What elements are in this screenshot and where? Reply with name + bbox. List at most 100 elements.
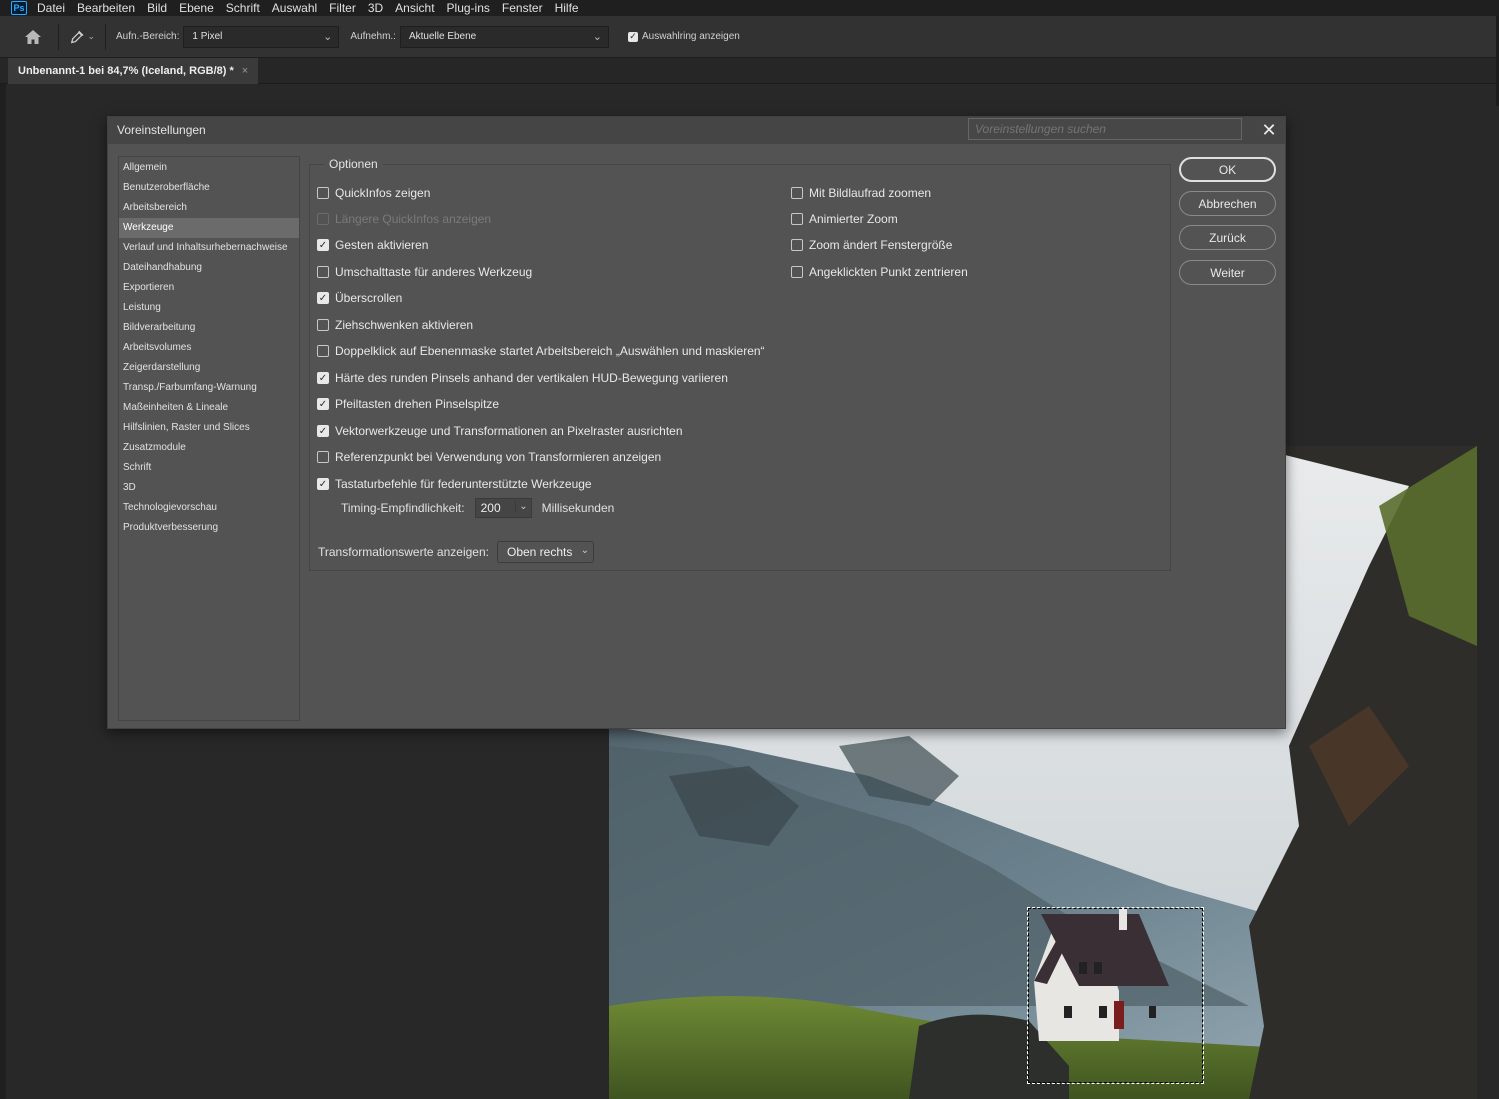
- checkbox[interactable]: [791, 266, 803, 278]
- sample-label: Aufnehm.:: [350, 31, 396, 42]
- nav-item[interactable]: Produktverbesserung: [119, 518, 299, 538]
- menu-item-auswahl[interactable]: Auswahl: [272, 1, 317, 15]
- checkbox-checked[interactable]: ✓: [317, 478, 329, 490]
- nav-item[interactable]: Leistung: [119, 298, 299, 318]
- nav-item[interactable]: Hilfslinien, Raster und Slices: [119, 418, 299, 438]
- option-row[interactable]: ✓ Härte des runden Pinsels anhand der ver…: [317, 371, 728, 385]
- checkbox[interactable]: [317, 345, 329, 357]
- checkbox[interactable]: [317, 319, 329, 331]
- document-tab[interactable]: Unbenannt-1 bei 84,7% (Iceland, RGB/8) *…: [8, 58, 259, 84]
- menu-items: Datei Bearbeiten Bild Ebene Schrift Auswahl Fi…: [37, 1, 591, 15]
- marquee-selection[interactable]: [1027, 907, 1204, 1084]
- option-row[interactable]: ✓ Vektorwerkzeuge und Transformationen an…: [317, 424, 683, 438]
- nav-item[interactable]: Technologievorschau: [119, 498, 299, 518]
- option-row[interactable]: Angeklickten Punkt zentrieren: [791, 265, 968, 279]
- checkbox[interactable]: [317, 266, 329, 278]
- nav-item[interactable]: Zusatzmodule: [119, 438, 299, 458]
- checkbox-checked[interactable]: ✓: [317, 239, 329, 251]
- option-row[interactable]: Animierter Zoom: [791, 212, 898, 226]
- nav-item[interactable]: 3D: [119, 478, 299, 498]
- option-row[interactable]: Referenzpunkt bei Verwendung von Transfo…: [317, 450, 661, 464]
- home-button[interactable]: [18, 22, 48, 52]
- checkbox[interactable]: [791, 239, 803, 251]
- menu-item-ansicht[interactable]: Ansicht: [395, 1, 434, 15]
- show-ring-checkbox[interactable]: ✓: [627, 31, 638, 42]
- sample-select[interactable]: Aktuelle Ebene ⌄: [399, 25, 609, 48]
- option-row[interactable]: ✓ Überscrollen: [317, 291, 402, 305]
- option-row[interactable]: Zoom ändert Fenstergröße: [791, 238, 952, 252]
- transform-value: Oben rechts: [506, 545, 573, 559]
- nav-item[interactable]: Zeigerdarstellung: [119, 358, 299, 378]
- nav-item[interactable]: Arbeitsvolumes: [119, 338, 299, 358]
- show-ring-option[interactable]: ✓ Auswahlring anzeigen: [627, 31, 744, 42]
- photoshop-logo-icon[interactable]: Ps: [11, 1, 27, 15]
- checkbox-checked[interactable]: ✓: [317, 425, 329, 437]
- document-tab-title: Unbenannt-1 bei 84,7% (Iceland, RGB/8) *: [18, 65, 234, 77]
- close-tab-icon[interactable]: ×: [242, 65, 248, 77]
- option-row[interactable]: Umschalttaste für anderes Werkzeug: [317, 265, 532, 279]
- menu-item-fenster[interactable]: Fenster: [502, 1, 543, 15]
- option-row[interactable]: Mit Bildlaufrad zoomen: [791, 186, 931, 200]
- nav-item[interactable]: Schrift: [119, 458, 299, 478]
- checkbox-checked[interactable]: ✓: [317, 398, 329, 410]
- menu-item-bearbeiten[interactable]: Bearbeiten: [77, 1, 135, 15]
- option-label: Animierter Zoom: [809, 212, 898, 226]
- checkbox[interactable]: [791, 213, 803, 225]
- option-label: Gesten aktivieren: [335, 238, 429, 252]
- menu-item-ebene[interactable]: Ebene: [179, 1, 214, 15]
- nav-item[interactable]: Transp./Farbumfang-Warnung: [119, 378, 299, 398]
- option-row[interactable]: ✓ Gesten aktivieren: [317, 238, 428, 252]
- option-row[interactable]: QuickInfos zeigen: [317, 186, 430, 200]
- close-icon[interactable]: ✕: [1260, 120, 1278, 140]
- nav-item[interactable]: Benutzeroberfläche: [119, 178, 299, 198]
- home-icon: [25, 29, 41, 44]
- option-label: Ziehschwenken aktivieren: [335, 318, 474, 332]
- nav-item[interactable]: Werkzeuge: [119, 218, 299, 238]
- timing-unit: Millisekunden: [541, 501, 615, 515]
- option-label: Tastaturbefehle für federunterstützte We…: [335, 477, 592, 491]
- menu-item-plug-ins[interactable]: Plug-ins: [447, 1, 490, 15]
- checkbox-checked[interactable]: ✓: [317, 372, 329, 384]
- timing-sensitivity-input[interactable]: 200 ⌄: [474, 498, 532, 518]
- preferences-search-input[interactable]: [968, 118, 1242, 140]
- cancel-button[interactable]: Abbrechen: [1179, 191, 1276, 216]
- option-row[interactable]: Doppelklick auf Ebenenmaske startet Arbe…: [317, 344, 765, 358]
- menu-item-schrift[interactable]: Schrift: [226, 1, 260, 15]
- nav-item[interactable]: Maßeinheiten & Lineale: [119, 398, 299, 418]
- nav-item[interactable]: Allgemein: [119, 158, 299, 178]
- chevron-down-icon[interactable]: ⌄: [515, 501, 528, 512]
- nav-item[interactable]: Dateihandhabung: [119, 258, 299, 278]
- menu-item-bild[interactable]: Bild: [147, 1, 167, 15]
- options-bar: ⌄ Aufn.-Bereich: 1 Pixel ⌄ Aufnehm.: Akt…: [0, 16, 1499, 58]
- option-row[interactable]: ✓ Pfeiltasten drehen Pinselspitze: [317, 397, 499, 411]
- menu-item-filter[interactable]: Filter: [329, 1, 356, 15]
- eyedropper-tool-preset[interactable]: ⌄: [69, 24, 95, 50]
- menu-item-hilfe[interactable]: Hilfe: [555, 1, 579, 15]
- options-group-title: Optionen: [324, 157, 383, 171]
- transform-label: Transformationswerte anzeigen:: [318, 545, 489, 559]
- option-label: Referenzpunkt bei Verwendung von Transfo…: [335, 450, 662, 464]
- checkbox[interactable]: [317, 451, 329, 463]
- menu-item-datei[interactable]: Datei: [37, 1, 65, 15]
- nav-item[interactable]: Verlauf und Inhaltsurhebernachweise: [119, 238, 299, 258]
- options-separator: [105, 23, 106, 50]
- next-button[interactable]: Weiter: [1179, 260, 1276, 285]
- option-label: Angeklickten Punkt zentrieren: [809, 265, 968, 279]
- menu-item-3d[interactable]: 3D: [368, 1, 383, 15]
- option-row[interactable]: Ziehschwenken aktivieren: [317, 318, 473, 332]
- nav-item[interactable]: Bildverarbeitung: [119, 318, 299, 338]
- checkbox-checked[interactable]: ✓: [317, 292, 329, 304]
- checkbox[interactable]: [791, 187, 803, 199]
- nav-item[interactable]: Arbeitsbereich: [119, 198, 299, 218]
- back-button[interactable]: Zurück: [1179, 225, 1276, 250]
- nav-item[interactable]: Exportieren: [119, 278, 299, 298]
- toolbar-edge: [0, 84, 6, 1099]
- option-row[interactable]: ✓ Tastaturbefehle für federunterstützte W…: [317, 477, 592, 491]
- preset-chevron-down-icon[interactable]: ⌄: [87, 31, 95, 42]
- sample-size-value: 1 Pixel: [192, 31, 223, 42]
- sample-size-select[interactable]: 1 Pixel ⌄: [183, 25, 340, 48]
- transform-values-select[interactable]: Oben rechts ⌄: [496, 541, 594, 563]
- ok-button[interactable]: OK: [1179, 157, 1276, 182]
- chevron-down-icon: ⌄: [323, 30, 333, 43]
- checkbox[interactable]: [317, 187, 329, 199]
